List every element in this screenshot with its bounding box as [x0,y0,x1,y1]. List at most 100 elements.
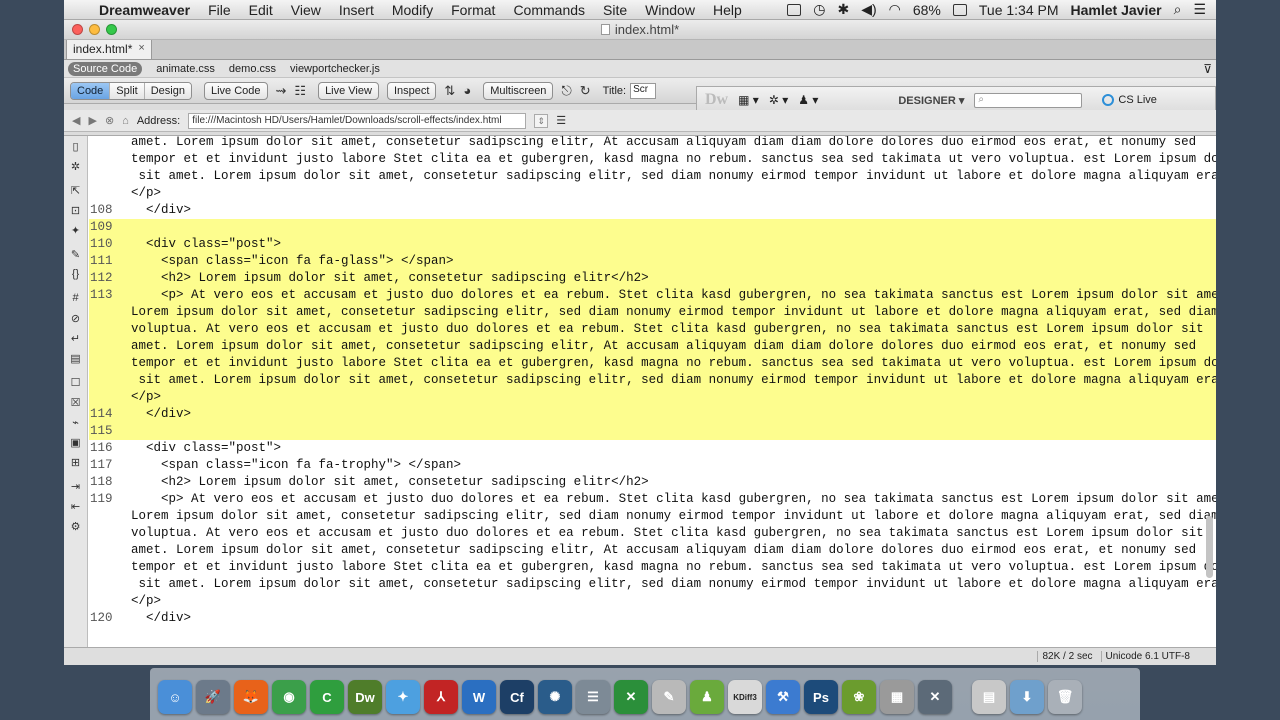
page-title-input[interactable]: Scr [630,82,657,99]
excel-icon[interactable]: ✕ [614,680,648,714]
line-text[interactable]: </p> [131,593,161,610]
line-text[interactable]: <p> At vero eos et accusam et justo duo … [131,491,1216,508]
code-line[interactable]: voluptua. At vero eos et accusam et just… [89,321,1216,338]
preview-browser-icon[interactable]: ◕ [463,83,471,98]
line-text[interactable]: amet. Lorem ipsum dolor sit amet, conset… [131,542,1196,559]
user-name[interactable]: Hamlet Javier [1071,2,1162,18]
firefox-icon[interactable]: 🦊 [234,680,268,714]
highlight-invalid-code-icon[interactable]: ⊘ [64,312,87,328]
database-icon[interactable]: ☰ [576,680,610,714]
line-text[interactable]: <p> At vero eos et accusam et justo duo … [131,287,1216,304]
line-text[interactable]: </p> [131,389,161,406]
kdiff3-icon[interactable]: KDiff3 [728,680,762,714]
file-management-icon[interactable]: ⇅ [444,83,455,99]
menu-edit[interactable]: Edit [240,2,282,18]
menu-format[interactable]: Format [442,2,504,18]
home-icon[interactable]: ⌂ [122,115,129,127]
preview-icon[interactable]: ✎ [652,680,686,714]
related-animate-css[interactable]: animate.css [156,63,215,75]
menu-window[interactable]: Window [636,2,704,18]
android-icon[interactable]: ♟ [690,680,724,714]
code-line[interactable]: 112 <h2> Lorem ipsum dolor sit amet, con… [89,270,1216,287]
recent-snippets-icon[interactable]: ▣ [64,436,87,452]
photoshop-icon[interactable]: Ps [804,680,838,714]
code-line[interactable]: 117 <span class="icon fa fa-trophy"> </s… [89,457,1216,474]
live-code-button[interactable]: Live Code [203,81,268,100]
format-source-code-icon[interactable]: ⚙ [64,520,87,536]
code-line[interactable]: </p> [89,185,1216,202]
code-line[interactable]: tempor et et invidunt justo labore Stet … [89,559,1216,576]
related-source-code[interactable]: Source Code [68,61,143,76]
downloads-stack-icon[interactable]: ⬇ [1010,680,1044,714]
line-text[interactable]: </div> [131,406,191,423]
code-line[interactable]: 116 <div class="post"> [89,440,1216,457]
coldfusion-icon[interactable]: Cf [500,680,534,714]
balance-braces-icon[interactable]: {} [64,268,87,284]
tab-index-html[interactable]: index.html* × [66,39,152,59]
code-line[interactable]: sit amet. Lorem ipsum dolor sit amet, co… [89,372,1216,389]
wifi-icon[interactable]: ◠ [889,1,901,18]
cs-live-button[interactable]: CS Live [1102,94,1157,106]
safari-icon[interactable]: ✦ [386,680,420,714]
bluetooth-icon[interactable]: ✱ [837,1,849,18]
select-parent-tag-icon[interactable]: ✎ [64,248,87,264]
line-text[interactable]: </p> [131,185,161,202]
line-text[interactable]: tempor et et invidunt justo labore Stet … [131,355,1216,372]
word-wrap-icon[interactable]: ↵ [64,332,87,348]
code-line[interactable]: sit amet. Lorem ipsum dolor sit amet, co… [89,168,1217,185]
code-line[interactable]: 111 <span class="icon fa fa-glass"> </sp… [89,253,1216,270]
xcode-icon[interactable]: ⚒ [766,680,800,714]
chrome-icon[interactable]: ◉ [272,680,306,714]
line-text[interactable]: <div class="post"> [131,440,281,457]
calculator-icon[interactable]: ▦ [880,680,914,714]
menu-site[interactable]: Site [594,2,636,18]
code-line[interactable]: 113 <p> At vero eos et accusam et justo … [89,287,1216,304]
menu-insert[interactable]: Insert [330,2,383,18]
forward-arrow-icon[interactable]: ▶ [88,114,96,127]
documents-stack-icon[interactable]: ▤ [972,680,1006,714]
code-line[interactable]: tempor et et invidunt justo labore Stet … [89,355,1216,372]
line-text[interactable]: <h2> Lorem ipsum dolor sit amet, consete… [131,270,649,287]
open-documents-icon[interactable]: ▯ [64,140,87,156]
trash-icon[interactable]: 🗑 [1048,680,1082,714]
related-demo-css[interactable]: demo.css [229,63,276,75]
line-text[interactable]: <h2> Lorem ipsum dolor sit amet, consete… [131,474,649,491]
code-line[interactable]: 115 [89,423,1216,440]
vertical-scrollbar[interactable] [1206,516,1213,578]
multiscreen-button[interactable]: Multiscreen [483,81,554,100]
line-text[interactable]: amet. Lorem ipsum dolor sit amet, conset… [131,338,1196,355]
address-options-icon[interactable]: ⇕ [534,113,549,128]
menu-app-name[interactable]: Dreamweaver [90,2,199,18]
site-menu-icon[interactable]: ♟ ▾ [798,93,818,107]
line-text[interactable]: tempor et et invidunt justo labore Stet … [131,559,1216,576]
filter-icon[interactable]: ⊽ [1203,62,1212,76]
outdent-code-icon[interactable]: ⇤ [64,500,87,516]
live-view-button[interactable]: Live View [318,81,379,100]
inspect-arrows-icon[interactable]: ⇝ [276,83,287,99]
camtasia-icon[interactable]: C [310,680,344,714]
volume-icon[interactable]: ◀) [861,1,876,18]
code-line[interactable]: 120 </div> [89,610,1216,627]
back-arrow-icon[interactable]: ◀ [72,114,80,127]
keyboard-icon[interactable] [787,3,802,16]
refresh-icon[interactable]: ↻ [580,83,591,99]
line-text[interactable]: </div> [131,610,191,627]
acrobat-icon[interactable]: ⅄ [424,680,458,714]
address-field[interactable]: file:///Macintosh HD/Users/Hamlet/Downlo… [188,112,527,129]
code-editor[interactable]: ▯ ✲ ⇱ ⊡ ✦ ✎ {} # ⊘ ↵ ▤ ☐ ☒ ⌁ ▣ ⊞ ⇥ ⇤ ⚙ a… [64,135,1217,648]
line-numbers-icon[interactable]: # [64,292,87,308]
live-view-options-icon[interactable]: ☰ [556,114,566,127]
workspace-switcher[interactable]: DESIGNER ▾ [898,94,964,107]
migration-icon[interactable]: ✕ [918,680,952,714]
code-view-button[interactable]: Code [71,82,111,99]
design-view-button[interactable]: Design [144,82,191,99]
close-tab-icon[interactable]: × [138,42,144,56]
code-line[interactable]: 110 <div class="post"> [89,236,1216,253]
sourcetree-icon[interactable]: ✺ [538,680,572,714]
code-line[interactable]: amet. Lorem ipsum dolor sit amet, conset… [89,338,1216,355]
menu-commands[interactable]: Commands [504,2,594,18]
line-text[interactable]: <span class="icon fa fa-glass"> </span> [131,253,454,270]
code-line[interactable]: amet. Lorem ipsum dolor sit amet, conset… [89,542,1216,559]
code-line[interactable]: </p> [89,593,1216,610]
syntax-coloring-icon[interactable]: ▤ [64,352,87,368]
